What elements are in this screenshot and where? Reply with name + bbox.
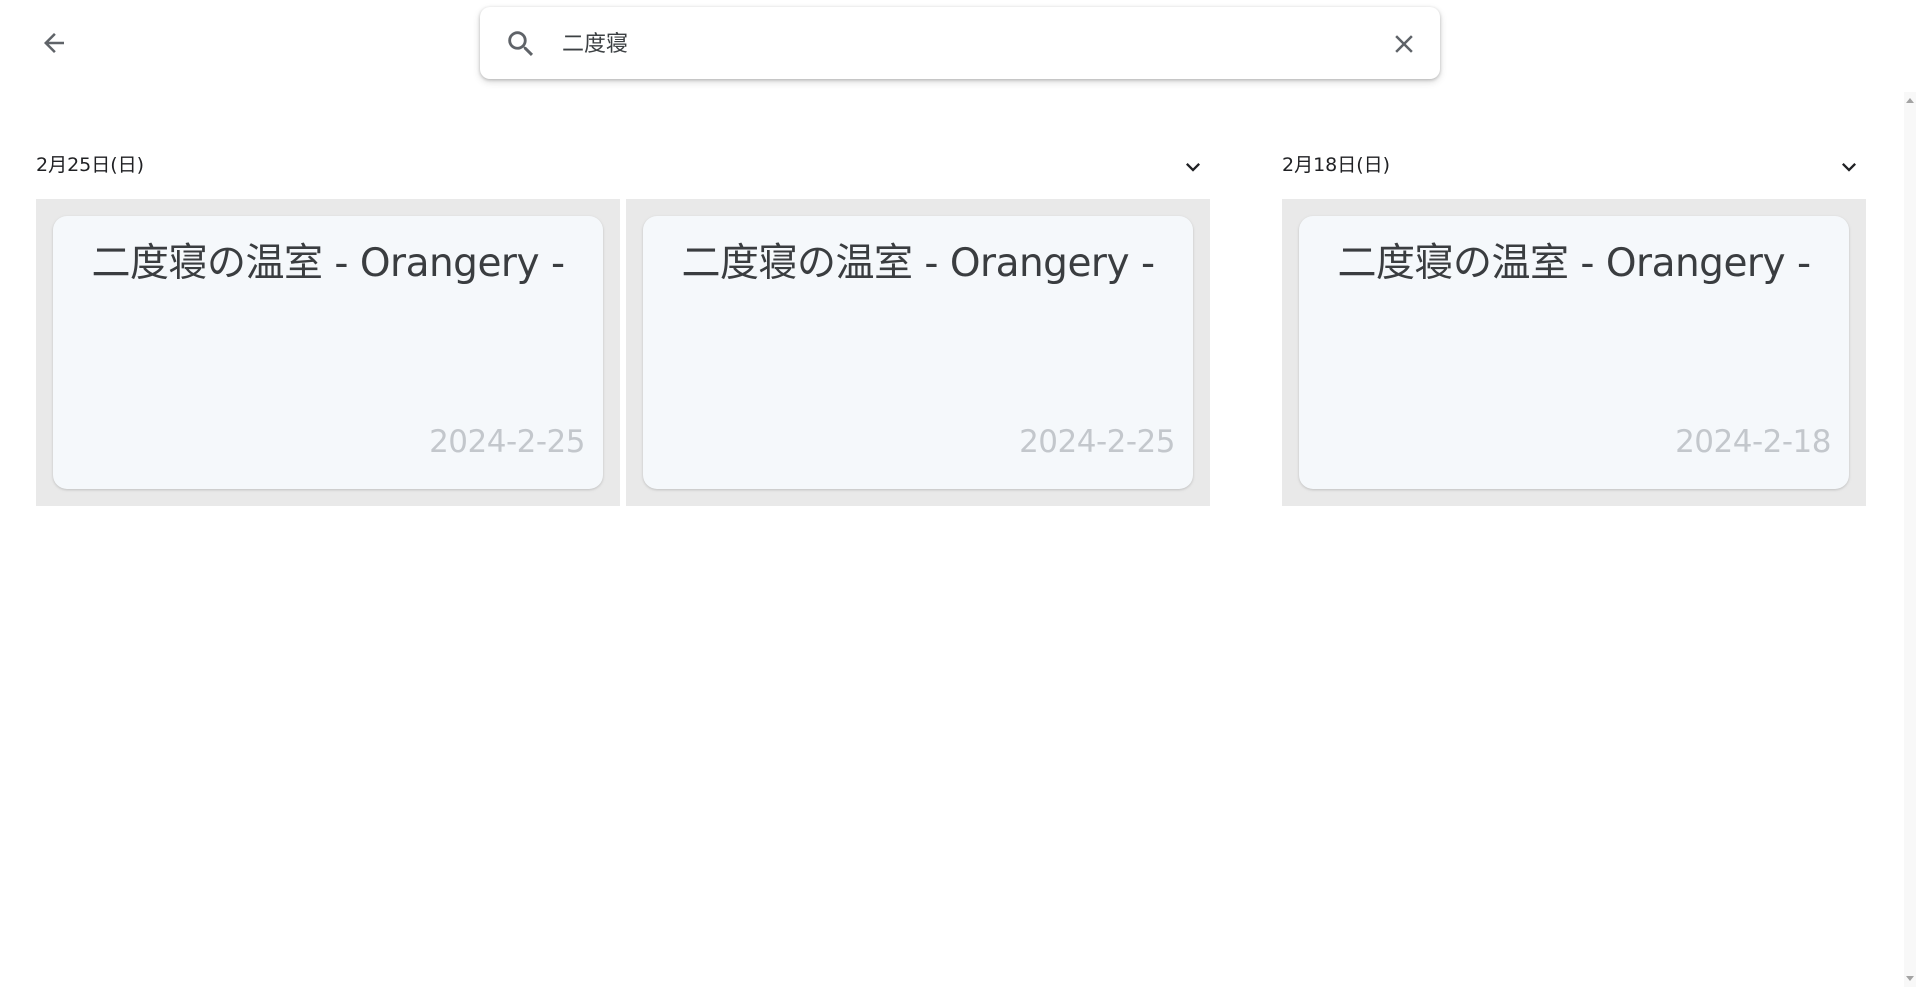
card-title: 二度寝の温室 - Orangery - — [91, 241, 565, 286]
note-card[interactable]: 二度寝の温室 - Orangery - 2024-2-25 — [53, 216, 603, 489]
date-group: 2月18日(日) 二度寝の温室 - Orangery - 2024-2-18 — [1282, 140, 1866, 506]
search-results-page: 2月25日(日) 二度寝の温室 - Orangery - 2024-2-25 二… — [0, 0, 1916, 987]
chevron-down-icon — [1842, 163, 1856, 172]
card-date: 2024-2-25 — [429, 424, 585, 460]
date-group-header: 2月18日(日) — [1282, 140, 1866, 186]
date-group-header: 2月25日(日) — [36, 140, 1210, 186]
expand-group-button[interactable] — [1178, 152, 1208, 182]
back-button[interactable] — [30, 22, 78, 64]
card-list: 二度寝の温室 - Orangery - 2024-2-25 二度寝の温室 - O… — [36, 199, 1210, 506]
arrow-back-icon — [44, 33, 64, 53]
scroll-up-arrow-icon[interactable] — [1906, 98, 1914, 103]
card-title: 二度寝の温室 - Orangery - — [1337, 241, 1811, 286]
scroll-down-arrow-icon[interactable] — [1906, 976, 1914, 981]
expand-group-button[interactable] — [1834, 152, 1864, 182]
search-icon — [508, 31, 534, 57]
note-card[interactable]: 二度寝の温室 - Orangery - 2024-2-25 — [643, 216, 1193, 489]
search-input[interactable] — [562, 22, 1362, 62]
date-group-title: 2月18日(日) — [1282, 154, 1391, 176]
note-card[interactable]: 二度寝の温室 - Orangery - 2024-2-18 — [1299, 216, 1849, 489]
close-icon — [1395, 35, 1413, 53]
card-title: 二度寝の温室 - Orangery - — [681, 241, 1155, 286]
card-cell: 二度寝の温室 - Orangery - 2024-2-25 — [36, 199, 620, 506]
card-list: 二度寝の温室 - Orangery - 2024-2-18 — [1282, 199, 1866, 506]
card-cell: 二度寝の温室 - Orangery - 2024-2-25 — [626, 199, 1210, 506]
card-cell: 二度寝の温室 - Orangery - 2024-2-18 — [1282, 199, 1866, 506]
date-group-title: 2月25日(日) — [36, 154, 145, 176]
date-group: 2月25日(日) 二度寝の温室 - Orangery - 2024-2-25 二… — [36, 140, 1210, 506]
vertical-scrollbar[interactable] — [1904, 92, 1916, 987]
chevron-down-icon — [1186, 163, 1200, 172]
clear-search-button[interactable] — [1384, 24, 1424, 64]
card-date: 2024-2-25 — [1019, 424, 1175, 460]
card-date: 2024-2-18 — [1675, 424, 1831, 460]
